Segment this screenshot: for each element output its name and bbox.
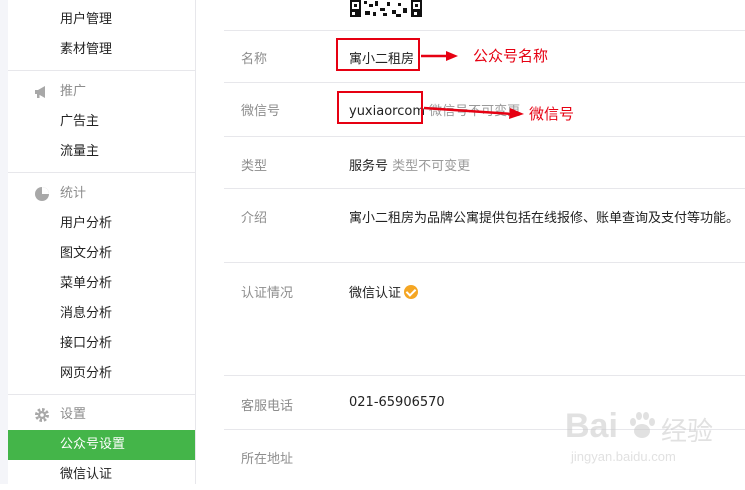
sidebar-item-user-management[interactable]: 用户管理 — [8, 5, 195, 35]
type-label: 类型 — [241, 159, 268, 174]
gear-icon — [35, 408, 49, 422]
row-divider — [224, 262, 745, 263]
type-note: 类型不可变更 — [392, 159, 471, 174]
address-label: 所在地址 — [241, 452, 294, 467]
type-value-row: 服务号 类型不可变更 — [349, 155, 470, 174]
sidebar-item-account-settings[interactable]: 公众号设置 — [8, 430, 195, 460]
verify-value-row: 微信认证 — [349, 282, 419, 301]
left-gutter — [0, 0, 8, 484]
row-divider — [224, 30, 745, 31]
sidebar-item-menu-analysis[interactable]: 菜单分析 — [8, 269, 195, 299]
sidebar: 用户管理 素材管理 推广 广告主 流量主 统计 用户分析 图文分析 菜单分析 消… — [8, 0, 196, 484]
phone-label: 客服电话 — [241, 399, 294, 414]
row-divider — [224, 188, 745, 189]
watermark-url: jingyan.baidu.com — [571, 449, 676, 464]
name-highlight-box — [336, 38, 420, 71]
sidebar-section-label: 推广 — [60, 84, 87, 99]
intro-value: 寓小二租房为品牌公寓提供包括在线报修、账单查询及支付等功能。 — [349, 211, 740, 226]
sidebar-divider — [8, 394, 195, 395]
sidebar-section-label: 统计 — [60, 186, 87, 201]
row-divider — [224, 136, 745, 137]
baidu-jingyan-watermark: Bai 经验 jingyan.baidu.com — [565, 405, 735, 480]
sidebar-divider — [8, 70, 195, 71]
sidebar-section-promo: 推广 — [8, 77, 195, 107]
sidebar-item-wechat-verification[interactable]: 微信认证 — [8, 460, 195, 490]
sidebar-divider — [8, 172, 195, 173]
sidebar-item-web-analysis[interactable]: 网页分析 — [8, 359, 195, 389]
wechat-id-highlight-box — [337, 91, 423, 124]
sidebar-item-message-analysis[interactable]: 消息分析 — [8, 299, 195, 329]
annotation-account-name: 公众号名称 — [473, 47, 549, 65]
row-divider — [224, 82, 745, 83]
wechat-id-label: 微信号 — [241, 104, 281, 119]
sidebar-section-label: 设置 — [60, 407, 87, 422]
sidebar-section-settings: 设置 — [8, 400, 195, 430]
row-divider — [224, 375, 745, 376]
intro-label: 介绍 — [241, 211, 268, 226]
pie-chart-icon — [35, 187, 49, 201]
verify-label: 认证情况 — [241, 286, 294, 301]
phone-value: 021-65906570 — [349, 395, 445, 410]
sidebar-section-stats: 统计 — [8, 179, 195, 209]
sidebar-item-material-management[interactable]: 素材管理 — [8, 35, 195, 65]
megaphone-icon — [35, 86, 45, 98]
sidebar-item-article-analysis[interactable]: 图文分析 — [8, 239, 195, 269]
watermark-brand: Bai — [565, 407, 618, 445]
wechat-id-note: 微信号不可变更 — [429, 104, 521, 119]
sidebar-item-publisher[interactable]: 流量主 — [8, 137, 195, 167]
verify-value: 微信认证 — [349, 286, 402, 301]
annotation-wechat-id: 微信号 — [529, 105, 575, 123]
sidebar-item-advertiser[interactable]: 广告主 — [8, 107, 195, 137]
name-label: 名称 — [241, 52, 268, 67]
paw-icon — [630, 412, 655, 438]
qr-code — [349, 0, 423, 18]
verified-check-icon — [404, 285, 419, 299]
type-value: 服务号 — [349, 159, 389, 174]
watermark-brand2: 经验 — [661, 416, 714, 446]
sidebar-item-user-analysis[interactable]: 用户分析 — [8, 209, 195, 239]
sidebar-item-api-analysis[interactable]: 接口分析 — [8, 329, 195, 359]
